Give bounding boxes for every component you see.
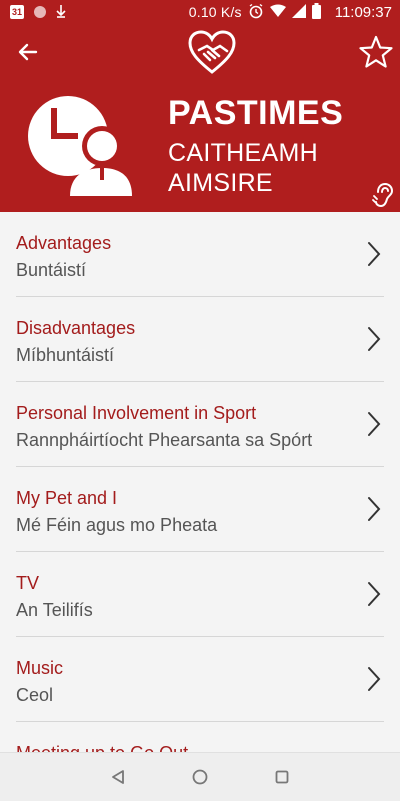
item-subtitle: Mé Féin agus mo Pheata bbox=[16, 515, 218, 535]
status-bar: 31 0.10 K/s 11:09:37 bbox=[0, 0, 400, 24]
item-title: TV bbox=[16, 573, 40, 593]
list-item[interactable]: Music Ceol bbox=[0, 637, 400, 722]
title-block: PASTIMES CAITHEAMH AIMSIRE bbox=[168, 92, 388, 198]
audio-button[interactable] bbox=[372, 182, 394, 208]
page-title: PASTIMES bbox=[168, 94, 344, 132]
nav-home-button[interactable] bbox=[190, 767, 210, 787]
item-subtitle: Buntáistí bbox=[16, 260, 87, 280]
system-nav-bar bbox=[0, 752, 400, 801]
page-subtitle-line1: CAITHEAMH bbox=[168, 139, 318, 167]
item-subtitle: Míbhuntáistí bbox=[16, 345, 115, 365]
item-title: Music bbox=[16, 658, 64, 678]
handshake-heart-logo bbox=[188, 30, 236, 74]
item-title: Advantages bbox=[16, 233, 112, 253]
wifi-icon bbox=[269, 4, 286, 21]
chevron-right-icon bbox=[368, 497, 381, 521]
circle-notification-icon bbox=[34, 6, 46, 18]
item-subtitle: An Teilifís bbox=[16, 600, 93, 620]
list-item[interactable]: TV An Teilifís bbox=[0, 552, 400, 637]
chevron-right-icon bbox=[368, 242, 381, 266]
chevron-right-icon bbox=[368, 667, 381, 691]
net-speed: 0.10 K/s bbox=[188, 4, 242, 20]
subtopic-list[interactable]: Advantages Buntáistí Disadvantages Míbhu… bbox=[0, 212, 400, 752]
calendar-icon: 31 bbox=[10, 5, 24, 19]
page-subtitle-line2: AIMSIRE bbox=[168, 169, 273, 197]
back-button[interactable] bbox=[14, 38, 42, 66]
chevron-right-icon bbox=[368, 327, 381, 351]
nav-recents-button[interactable] bbox=[272, 767, 292, 787]
item-title: Meeting up to Go Out bbox=[16, 742, 350, 752]
recents-square-icon bbox=[275, 770, 289, 784]
item-title: My Pet and I bbox=[16, 488, 118, 508]
list-item[interactable]: Advantages Buntáistí bbox=[0, 212, 400, 297]
back-arrow-icon bbox=[18, 43, 38, 61]
item-title: Personal Involvement in Sport bbox=[16, 403, 257, 423]
item-subtitle: Ceol bbox=[16, 685, 54, 705]
chevron-right-icon bbox=[368, 582, 381, 606]
list-item[interactable]: My Pet and I Mé Féin agus mo Pheata bbox=[0, 467, 400, 552]
item-title: Disadvantages bbox=[16, 318, 136, 338]
home-circle-icon bbox=[192, 769, 208, 785]
nav-back-button[interactable] bbox=[108, 767, 128, 787]
ear-icon bbox=[372, 182, 394, 208]
topic-header: PASTIMES CAITHEAMH AIMSIRE bbox=[0, 24, 400, 212]
download-icon bbox=[56, 4, 66, 21]
back-triangle-icon bbox=[112, 770, 124, 784]
star-icon bbox=[359, 35, 393, 68]
clock-person-icon bbox=[28, 96, 132, 196]
list-item[interactable]: Meeting up to Go Out bbox=[0, 722, 400, 752]
list-item[interactable]: Personal Involvement in Sport Rannpháirt… bbox=[0, 382, 400, 467]
battery-icon bbox=[311, 2, 321, 22]
alarm-icon bbox=[248, 3, 264, 22]
clock-time: 11:09:37 bbox=[334, 3, 392, 21]
signal-icon bbox=[291, 3, 306, 21]
chevron-right-icon bbox=[368, 412, 381, 436]
list-item[interactable]: Disadvantages Míbhuntáistí bbox=[0, 297, 400, 382]
item-subtitle: Rannpháirtíocht Phearsanta sa Spórt bbox=[16, 430, 313, 450]
favourite-button[interactable] bbox=[358, 34, 394, 70]
